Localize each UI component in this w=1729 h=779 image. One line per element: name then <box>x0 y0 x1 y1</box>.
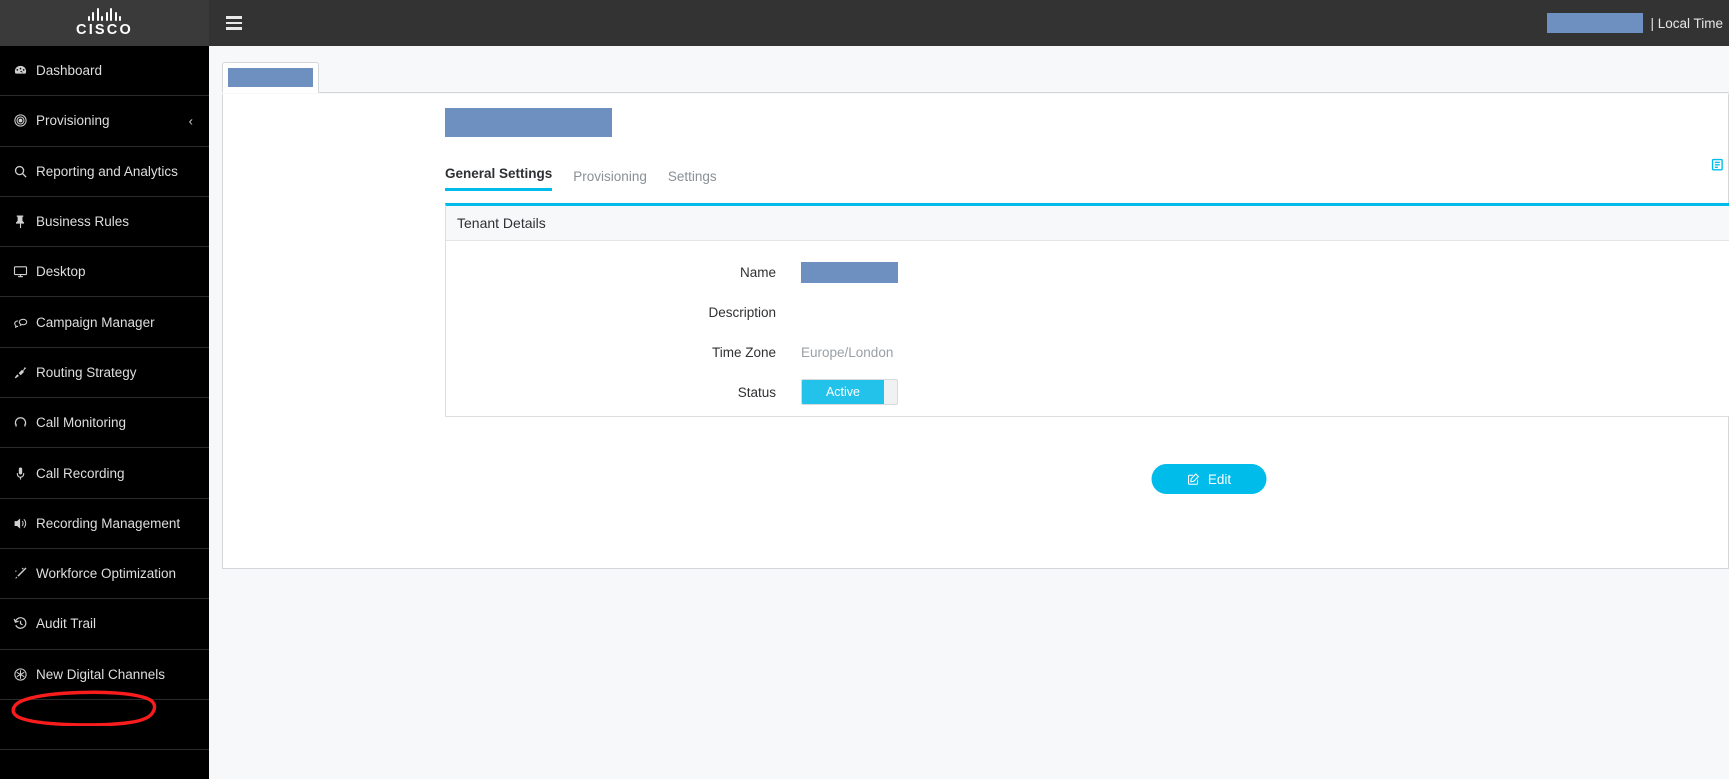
status-toggle-label: Active <box>802 380 884 404</box>
edit-button-label: Edit <box>1207 471 1232 487</box>
sidebar-item-reporting-and-analytics[interactable]: Reporting and Analytics <box>0 147 209 197</box>
target-icon <box>13 113 36 128</box>
cisco-wordmark: CISCO <box>76 22 133 39</box>
hamburger-icon[interactable] <box>220 8 248 38</box>
sidebar-item-routing-strategy[interactable]: Routing Strategy <box>0 348 209 399</box>
top-header-bar: CISCO | Local Time <box>0 0 1729 46</box>
tab-active[interactable] <box>222 62 319 93</box>
cisco-bridge-icon <box>87 8 122 22</box>
field-label: Time Zone <box>711 344 776 360</box>
sidebar-item-campaign-manager[interactable]: Campaign Manager <box>0 297 209 348</box>
asterisk-circle-icon <box>13 667 36 682</box>
sidebar-item-desktop[interactable]: Desktop <box>0 247 209 298</box>
username-redacted <box>1547 13 1644 33</box>
microphone-icon <box>13 466 36 481</box>
sidebar-item-label: New Digital Channels <box>36 666 166 682</box>
sidebar-item-label: Business Rules <box>36 214 130 230</box>
time-zone-value: Europe/London <box>801 344 894 360</box>
dashboard-icon <box>13 63 36 78</box>
pencil-square-icon <box>1187 472 1201 486</box>
status-toggle-knob[interactable] <box>884 380 897 404</box>
sidebar-item-label: Routing Strategy <box>36 364 137 380</box>
history-icon <box>13 616 36 631</box>
field-row-status: Status Active <box>446 372 1729 412</box>
sidebar-item-new-digital-channels[interactable]: New Digital Channels <box>0 650 209 700</box>
tab-provisioning[interactable]: Provisioning <box>573 169 647 191</box>
sidebar-item-provisioning[interactable]: Provisioning ‹ <box>0 96 209 147</box>
sidebar-item-label: Dashboard <box>36 63 103 79</box>
sidebar-item-label: Call Monitoring <box>36 415 127 431</box>
tenant-details-panel: Tenant Details Name Description Time Zon… <box>445 203 1729 417</box>
tab-general-settings[interactable]: General Settings <box>445 166 553 191</box>
header-right-group: | Local Time <box>1547 13 1729 33</box>
application-root: CISCO | Local Time Dashboard Provisionin… <box>0 0 1729 779</box>
pin-icon <box>13 214 36 229</box>
sidebar-item-dashboard[interactable]: Dashboard <box>0 46 209 97</box>
sidebar-item-call-monitoring[interactable]: Call Monitoring <box>0 398 209 449</box>
speaker-icon <box>13 516 36 531</box>
sidebar-item-overflow[interactable] <box>0 700 209 751</box>
sidebar-item-label: Reporting and Analytics <box>36 163 178 179</box>
tab-label-redacted <box>228 68 313 87</box>
sidebar-item-label: Audit Trail <box>36 616 97 632</box>
main-content-area: General Settings Provisioning Settings T… <box>209 46 1729 779</box>
sidebar-item-label: Provisioning <box>36 113 110 129</box>
external-link-icon[interactable] <box>1710 156 1727 178</box>
field-label: Description <box>708 304 776 320</box>
sidebar-item-label: Call Recording <box>36 465 125 481</box>
panel-body: Name Description Time Zone Europe/London… <box>446 241 1729 412</box>
chat-bubbles-icon <box>13 315 36 330</box>
field-label: Name <box>739 264 776 280</box>
panel-heading: Tenant Details <box>446 206 1729 241</box>
tab-settings[interactable]: Settings <box>668 169 717 191</box>
sidebar-item-audit-trail[interactable]: Audit Trail <box>0 599 209 650</box>
headset-icon <box>13 415 36 430</box>
settings-tabs: General Settings Provisioning Settings <box>445 166 717 191</box>
name-value-redacted <box>801 261 898 283</box>
magic-wand-icon <box>13 566 36 581</box>
sidebar-item-call-recording[interactable]: Call Recording <box>0 448 209 499</box>
sidebar-item-label: Workforce Optimization <box>36 566 177 582</box>
status-toggle[interactable]: Active <box>801 379 898 405</box>
local-time-label: | Local Time <box>1650 15 1723 31</box>
sidebar-navigation: Dashboard Provisioning ‹ Reporting and A… <box>0 46 209 779</box>
sidebar-item-label: Recording Management <box>36 515 181 531</box>
browser-tabstrip <box>222 62 1729 93</box>
chevron-left-icon[interactable]: ‹ <box>189 114 193 127</box>
monitor-icon <box>13 264 36 279</box>
sidebar-item-label: Desktop <box>36 264 86 280</box>
sidebar-item-label: Campaign Manager <box>36 314 155 330</box>
field-label: Status <box>737 384 776 400</box>
plug-icon <box>13 365 36 380</box>
field-row-description: Description <box>446 292 1729 332</box>
field-row-time-zone: Time Zone Europe/London <box>446 332 1729 372</box>
edit-button[interactable]: Edit <box>1151 464 1267 494</box>
cisco-logo: CISCO <box>0 0 209 46</box>
sidebar-item-recording-management[interactable]: Recording Management <box>0 499 209 549</box>
sidebar-item-workforce-optimization[interactable]: Workforce Optimization <box>0 549 209 600</box>
sidebar-item-business-rules[interactable]: Business Rules <box>0 197 209 248</box>
field-row-name: Name <box>446 252 1729 292</box>
search-icon <box>13 164 36 179</box>
page-title-redacted <box>445 108 612 137</box>
